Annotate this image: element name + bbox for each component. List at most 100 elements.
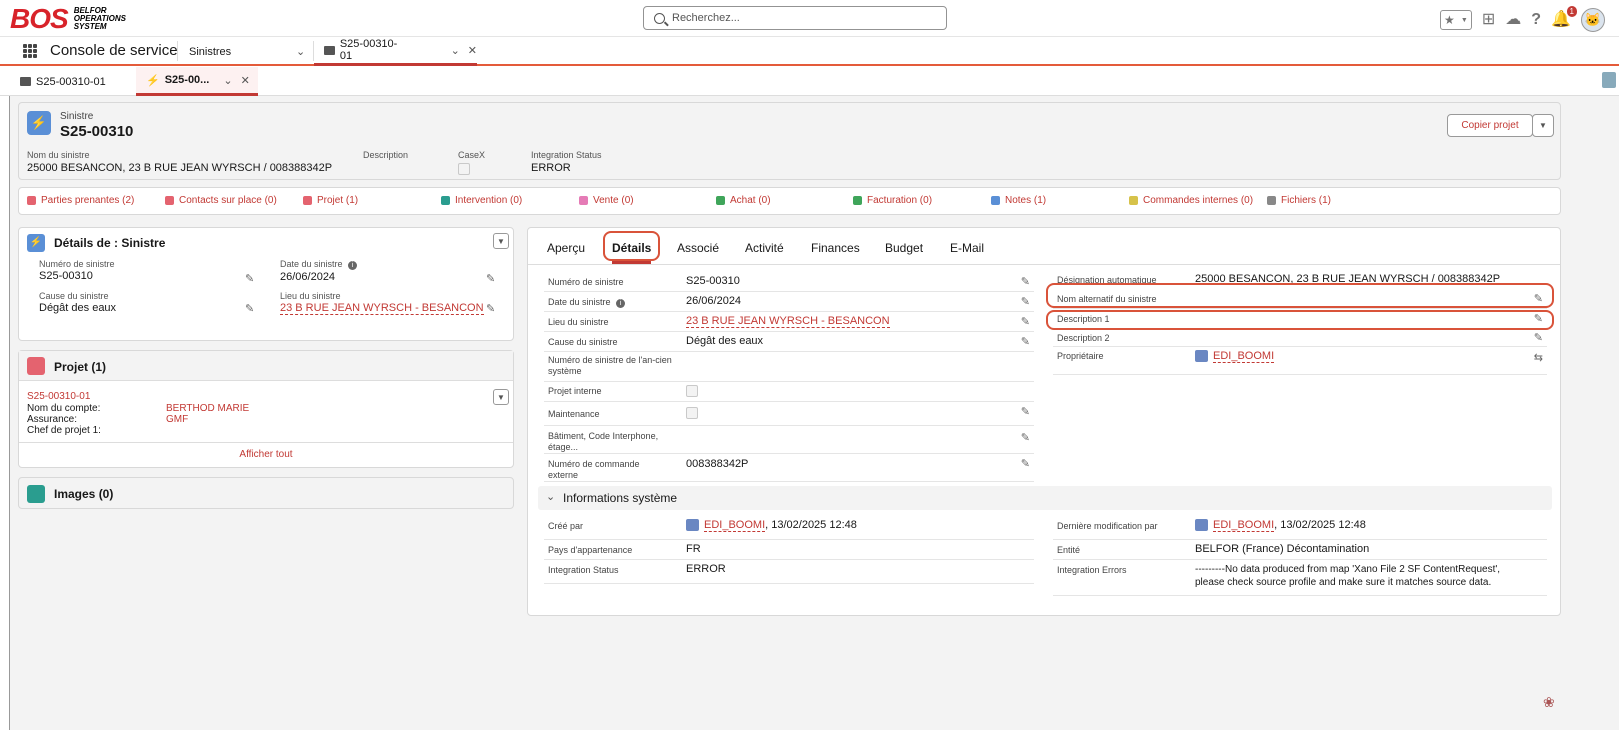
global-search-input[interactable]: Recherchez... — [643, 6, 947, 30]
user-avatar-icon — [1195, 519, 1208, 532]
projet-interne-checkbox — [686, 385, 698, 397]
briefcase-icon — [27, 357, 45, 375]
tab-budget[interactable]: Budget — [885, 241, 923, 255]
created-by-link[interactable]: EDI_BOOMI — [704, 519, 766, 532]
edit-pencil-icon[interactable]: ✎ — [245, 302, 254, 315]
edit-pencil-icon[interactable]: ✎ — [1021, 457, 1030, 470]
projet-item-link[interactable]: S25-00310-01 — [27, 391, 90, 402]
belfor-logo[interactable]: BOS BELFOR OPERATIONS SYSTEM — [10, 3, 126, 34]
subtab-s25-00-active[interactable]: ⚡ S25-00... ⌄ ✕ — [136, 67, 258, 96]
header-field-description: Description — [363, 150, 409, 160]
field-numero-de-sinistre: Numéro de sinistre S25-00310 — [39, 259, 115, 282]
projet-row-value[interactable]: GMF — [166, 414, 188, 425]
proprietaire-link[interactable]: EDI_BOOMI — [1213, 350, 1275, 363]
add-icon[interactable]: ⊞ — [1482, 11, 1495, 29]
related-projet[interactable]: Projet (1) — [303, 195, 358, 206]
favorites-button[interactable]: ★ ▼ — [1439, 10, 1472, 30]
chevron-down-icon: ▼ — [1460, 16, 1468, 24]
lieu-du-sinistre-link[interactable]: 23 B RUE JEAN WYRSCH - BESANCON — [686, 315, 890, 328]
highlight-annotation — [1046, 283, 1554, 308]
edit-pencil-icon[interactable]: ✎ — [1021, 405, 1030, 418]
app-launcher-icon[interactable] — [23, 44, 37, 58]
related-facturation[interactable]: Facturation (0) — [853, 195, 932, 206]
image-icon — [27, 485, 45, 503]
maintenance-checkbox — [686, 407, 698, 419]
detail-field-row: Numéro de commande externe 008388342P ✎ — [544, 454, 1034, 482]
details-card-menu[interactable]: ▼ — [493, 233, 509, 249]
info-icon: i — [616, 299, 626, 308]
briefcase-icon — [20, 77, 31, 86]
info-icon: i — [348, 261, 358, 270]
header-actions-dropdown[interactable]: ▼ — [1532, 114, 1554, 137]
images-card: Images (0) — [18, 477, 514, 509]
highlight-annotation — [603, 231, 660, 261]
edit-pencil-icon[interactable]: ✎ — [1021, 335, 1030, 348]
subtab-s25-00310-01[interactable]: S25-00310-01 — [20, 67, 106, 96]
edit-pencil-icon[interactable]: ✎ — [1021, 295, 1030, 308]
afficher-tout-link[interactable]: Afficher tout — [19, 449, 513, 460]
related-achat[interactable]: Achat (0) — [716, 195, 771, 206]
field-date-du-sinistre: Date du sinistre i 26/06/2024 — [280, 259, 358, 283]
trailhead-icon[interactable]: ☁ — [1505, 11, 1521, 29]
related-commandes-internes[interactable]: Commandes internes (0) — [1129, 195, 1253, 206]
projet-row-label: Chef de projet 1: — [27, 425, 101, 436]
edit-pencil-icon[interactable]: ✎ — [486, 302, 495, 315]
field-cause-du-sinistre: Cause du sinistre Dégât des eaux — [39, 291, 117, 314]
edit-pencil-icon[interactable]: ✎ — [1534, 331, 1543, 344]
system-info-section-header[interactable]: ⌄ Informations système — [538, 486, 1552, 510]
change-owner-icon[interactable]: ⇆ — [1534, 351, 1543, 364]
chevron-down-icon[interactable]: ⌄ — [296, 37, 305, 66]
close-icon[interactable]: ✕ — [468, 44, 477, 57]
edit-pencil-icon[interactable]: ✎ — [486, 272, 495, 285]
global-header: BOS BELFOR OPERATIONS SYSTEM Recherchez...… — [0, 0, 1619, 37]
related-intervention[interactable]: Intervention (0) — [441, 195, 522, 206]
help-icon[interactable]: ? — [1531, 11, 1541, 29]
tab-associe[interactable]: Associé — [677, 241, 719, 255]
projet-item-menu[interactable]: ▼ — [493, 389, 509, 405]
system-field-row: Pays d'appartenance FR — [544, 540, 1034, 560]
lieu-du-sinistre-link[interactable]: 23 B RUE JEAN WYRSCH - BESANCON — [280, 302, 484, 315]
utility-panel-toggle[interactable] — [1602, 72, 1616, 88]
projet-card-title: Projet (1) — [54, 360, 107, 374]
details-sinistre-card: ⚡ Détails de : Sinistre ▼ Numéro de sini… — [18, 227, 514, 341]
modified-by-link[interactable]: EDI_BOOMI — [1213, 519, 1275, 532]
agent-icon[interactable]: ❀ — [1543, 694, 1555, 711]
chevron-down-icon[interactable]: ⌄ — [223, 74, 232, 87]
lightning-icon: ⚡ — [146, 74, 160, 87]
tab-finances[interactable]: Finances — [811, 241, 860, 255]
related-notes[interactable]: Notes (1) — [991, 195, 1046, 206]
chevron-down-icon[interactable]: ⌄ — [451, 44, 460, 57]
casex-checkbox — [458, 163, 470, 175]
notifications-bell-icon[interactable]: 🔔 1 — [1551, 6, 1577, 29]
system-field-row: Créé par EDI_BOOMI, 13/02/2025 12:48 — [544, 516, 1034, 540]
workspace-subtabs: S25-00310-01 ⚡ S25-00... ⌄ ✕ — [0, 67, 1619, 96]
edit-pencil-icon[interactable]: ✎ — [1021, 315, 1030, 328]
copier-projet-button[interactable]: Copier projet — [1447, 114, 1533, 137]
console-navigation: Console de service Sinistres ⌄ S25-00310… — [0, 37, 1619, 66]
system-field-row: Integration Errors ---------No data produ… — [1053, 560, 1547, 596]
nav-tab-s25-00310-01[interactable]: S25-00310-01 ⌄ ✕ — [314, 37, 477, 66]
nav-tab-sinistres[interactable]: Sinistres — [189, 37, 231, 66]
edit-pencil-icon[interactable]: ✎ — [1021, 275, 1030, 288]
field-lieu-du-sinistre: Lieu du sinistre 23 B RUE JEAN WYRSCH - B… — [280, 291, 484, 315]
tab-activite[interactable]: Activité — [745, 241, 784, 255]
search-icon — [654, 12, 665, 24]
search-placeholder: Recherchez... — [672, 12, 740, 24]
user-avatar-icon — [686, 519, 699, 532]
highlight-annotation — [1046, 310, 1554, 330]
related-parties-prenantes[interactable]: Parties prenantes (2) — [27, 195, 134, 206]
related-contacts-sur-place[interactable]: Contacts sur place (0) — [165, 195, 277, 206]
projet-row-value[interactable]: BERTHOD MARIE — [166, 403, 249, 414]
edit-pencil-icon[interactable]: ✎ — [1021, 431, 1030, 444]
record-page: ⚡ Sinistre S25-00310 Copier projet ▼ Nom… — [9, 96, 1619, 730]
close-icon[interactable]: ✕ — [241, 74, 250, 87]
detail-field-row: Date du sinistre i 26/06/2024 ✎ — [544, 292, 1034, 312]
tab-apercu[interactable]: Aperçu — [547, 241, 585, 255]
related-vente[interactable]: Vente (0) — [579, 195, 634, 206]
related-fichiers[interactable]: Fichiers (1) — [1267, 195, 1331, 206]
edit-pencil-icon[interactable]: ✎ — [245, 272, 254, 285]
user-avatar[interactable]: 🐱 — [1581, 8, 1605, 32]
header-field-nom-du-sinistre: Nom du sinistre 25000 BESANCON, 23 B RUE… — [27, 150, 333, 174]
detail-field-row: Propriétaire EDI_BOOMI ⇆ — [1053, 347, 1547, 375]
tab-email[interactable]: E-Mail — [950, 241, 984, 255]
